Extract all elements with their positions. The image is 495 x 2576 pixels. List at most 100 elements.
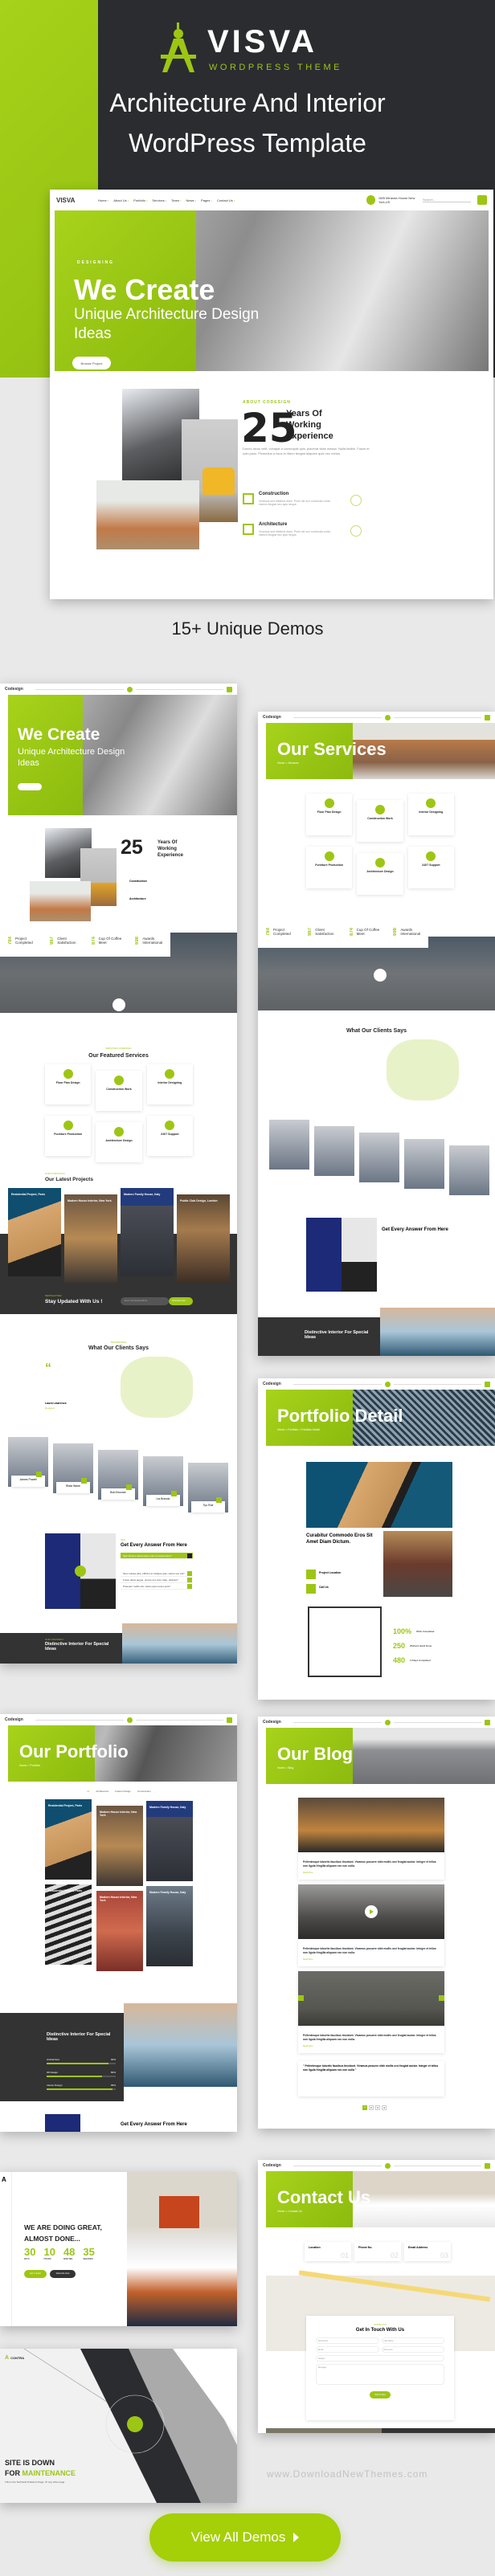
email-input[interactable]: Email	[316, 2346, 379, 2353]
view-all-demos-button[interactable]: View All Demos	[149, 2513, 341, 2562]
team-member[interactable]: Rista Wane	[53, 1443, 93, 1493]
team-member[interactable]: Lia Brando	[143, 1456, 183, 1506]
search-input[interactable]: Search...	[423, 198, 471, 202]
service-card[interactable]: 24X7 Support	[407, 847, 454, 888]
portfolio-item[interactable]: Modern Family House, Italy	[146, 1801, 193, 1881]
service-card[interactable]: Floor Plan Design	[45, 1064, 92, 1104]
countdown-value: 30	[24, 2246, 36, 2258]
team-member[interactable]: James Powell	[8, 1437, 48, 1487]
demo-services[interactable]: Codesign Our Services Home > Services Fl…	[258, 712, 495, 1356]
portfolio-item[interactable]: Residential Project, Paris	[45, 1884, 92, 1965]
service-card[interactable]: 24X7 Support	[146, 1116, 193, 1156]
service-card[interactable]: Construction Work	[96, 1071, 142, 1111]
team-member[interactable]	[404, 1139, 444, 1189]
nav-item[interactable]: Portfolio	[133, 198, 147, 202]
social-icon[interactable]	[171, 1491, 177, 1496]
social-icon[interactable]	[126, 1484, 132, 1490]
portfolio-item[interactable]: Residential Project, Paris	[45, 1799, 92, 1880]
team-member[interactable]	[269, 1120, 309, 1170]
portfolio-item[interactable]: Modern Family House, Italy	[146, 1886, 193, 1966]
demo-portfolio-detail[interactable]: Codesign Portfolio Detail Home > Portfol…	[258, 1378, 495, 1700]
play-button[interactable]	[365, 1905, 378, 1918]
nav-item[interactable]: News	[186, 198, 197, 202]
nav-item[interactable]: About Us	[113, 198, 129, 202]
service-card[interactable]: Interior Designing	[146, 1064, 193, 1104]
play-button[interactable]	[112, 998, 125, 1011]
nav-item[interactable]: Home	[98, 198, 108, 202]
slider-next-button[interactable]	[439, 1995, 444, 2001]
filter-tab[interactable]: Interior Design	[115, 1790, 131, 1793]
blog-post[interactable]: Pellentesque lobortis faucibus tincidunt…	[298, 1971, 444, 2053]
nav-item[interactable]: Services	[152, 198, 166, 202]
newsletter-email-input[interactable]: Enter Your Email Address	[121, 1297, 169, 1305]
demo-coming-soon[interactable]: A WE ARE DOING GREAT, ALMOST DONE... 30 D…	[0, 2172, 237, 2326]
filter-tab[interactable]: Construction	[137, 1790, 151, 1793]
play-button[interactable]	[374, 969, 387, 982]
nav-item[interactable]: Pages	[201, 198, 212, 202]
nav-item[interactable]: Team	[171, 198, 181, 202]
filter-tab[interactable]: Architecture	[96, 1790, 108, 1793]
demo-blog[interactable]: Codesign Our Blog Home > Blog Pellentesq…	[258, 1717, 495, 2129]
social-icon[interactable]	[81, 1478, 87, 1484]
blog-post[interactable]: Pellentesque lobortis faucibus tincidunt…	[298, 1798, 444, 1880]
compare-slider-handle[interactable]	[75, 1566, 86, 1577]
faq-item[interactable]: Praesent mollis nisl, varius quis metus …	[121, 1583, 193, 1590]
nav-item[interactable]: Contact Us	[217, 198, 235, 202]
demo-home[interactable]: Codesign We Create Unique Architecture D…	[0, 684, 237, 1664]
read-more-link[interactable]: Read More	[303, 1958, 313, 1961]
nav-brand[interactable]: VISVA	[56, 197, 98, 204]
social-icon[interactable]	[36, 1472, 42, 1477]
read-more-link[interactable]: Read More	[303, 1872, 313, 1874]
phone-input[interactable]: Phone No	[381, 2346, 444, 2353]
demo-contact[interactable]: Codesign Contact Us Home > Contact Us Lo…	[258, 2160, 495, 2433]
browse-project-button[interactable]: Browse Project	[72, 357, 111, 369]
portfolio-item[interactable]: Modern House Interior, New York	[96, 1891, 143, 1971]
page-button-active[interactable]: 1	[362, 2105, 367, 2110]
project-card[interactable]: Public Club Design, London	[177, 1194, 230, 1283]
faq-item[interactable]: Nam massa odio, efficitur et tristique q…	[121, 1570, 193, 1577]
service-card[interactable]: Architecture Design	[357, 853, 403, 895]
submit-button[interactable]: Submit Now	[370, 2391, 391, 2398]
feature-link-button[interactable]	[350, 525, 362, 537]
message-textarea[interactable]: Message	[316, 2364, 444, 2385]
page-button[interactable]: 4	[382, 2105, 387, 2110]
service-card[interactable]: Furniture Production	[45, 1116, 92, 1156]
team-member[interactable]	[314, 1126, 354, 1176]
blog-quote-post[interactable]: " Pellentesque lobortis faucibus tincidu…	[298, 2061, 444, 2096]
project-card[interactable]: Modern Family House, Italy	[121, 1188, 174, 1276]
faq-item-active[interactable]: Sed ultricies ullamcorper odio at sceler…	[121, 1553, 193, 1559]
team-member[interactable]: Tyo Roe	[188, 1463, 228, 1513]
subscribe-now-button[interactable]: Subscribe Now	[50, 2270, 76, 2278]
project-card[interactable]: Modern House Interior, New York	[64, 1194, 117, 1283]
demo-maintenance[interactable]: A CONTRA SITE IS DOWN FOR MAINTENANCE Thi…	[0, 2349, 237, 2503]
page-button[interactable]: 2	[369, 2105, 374, 2110]
social-icon[interactable]	[216, 1497, 222, 1503]
team-member[interactable]	[449, 1145, 489, 1195]
service-card[interactable]: Interior Designing	[407, 794, 454, 835]
blog-title[interactable]: Pellentesque lobortis faucibus tincidunt…	[303, 2034, 441, 2041]
read-more-link[interactable]: Read More	[303, 2045, 313, 2047]
service-card[interactable]: Architecture Design	[96, 1122, 142, 1162]
feature-link-button[interactable]	[350, 495, 362, 506]
page-button[interactable]: 3	[375, 2105, 380, 2110]
service-card[interactable]: Furniture Production	[306, 847, 353, 888]
service-card[interactable]: Floor Plan Design	[306, 794, 353, 835]
last-name-input[interactable]: Last Name	[381, 2337, 444, 2344]
blog-post[interactable]: Pellentesque lobortis faucibus tincidunt…	[298, 1884, 444, 1966]
faq-item[interactable]: Fusce tellus augue, ornare nec arcu vita…	[121, 1577, 193, 1583]
slider-prev-button[interactable]	[298, 1995, 304, 2001]
project-card[interactable]: Residential Project, Paris	[8, 1188, 61, 1276]
blog-title[interactable]: Pellentesque lobortis faucibus tincidunt…	[303, 1947, 441, 1954]
get-in-touch-button[interactable]: Get In Touch	[24, 2270, 47, 2278]
filter-tab-active[interactable]: All	[87, 1790, 89, 1793]
team-member[interactable]	[359, 1133, 399, 1182]
menu-icon[interactable]	[477, 195, 487, 205]
blog-title[interactable]: Pellentesque lobortis faucibus tincidunt…	[303, 1860, 441, 1868]
first-name-input[interactable]: First Name	[316, 2337, 379, 2344]
subscribe-button[interactable]: Subscribe Now	[169, 1297, 193, 1305]
service-card[interactable]: Construction Work	[357, 800, 403, 842]
demo-portfolio[interactable]: Codesign Our Portfolio Home > Portfolio …	[0, 1714, 237, 2132]
team-member[interactable]: Bob Brooner	[98, 1450, 138, 1500]
subject-input[interactable]: Subject	[316, 2355, 444, 2362]
portfolio-item[interactable]: Modern House Interior, New York	[96, 1806, 143, 1886]
